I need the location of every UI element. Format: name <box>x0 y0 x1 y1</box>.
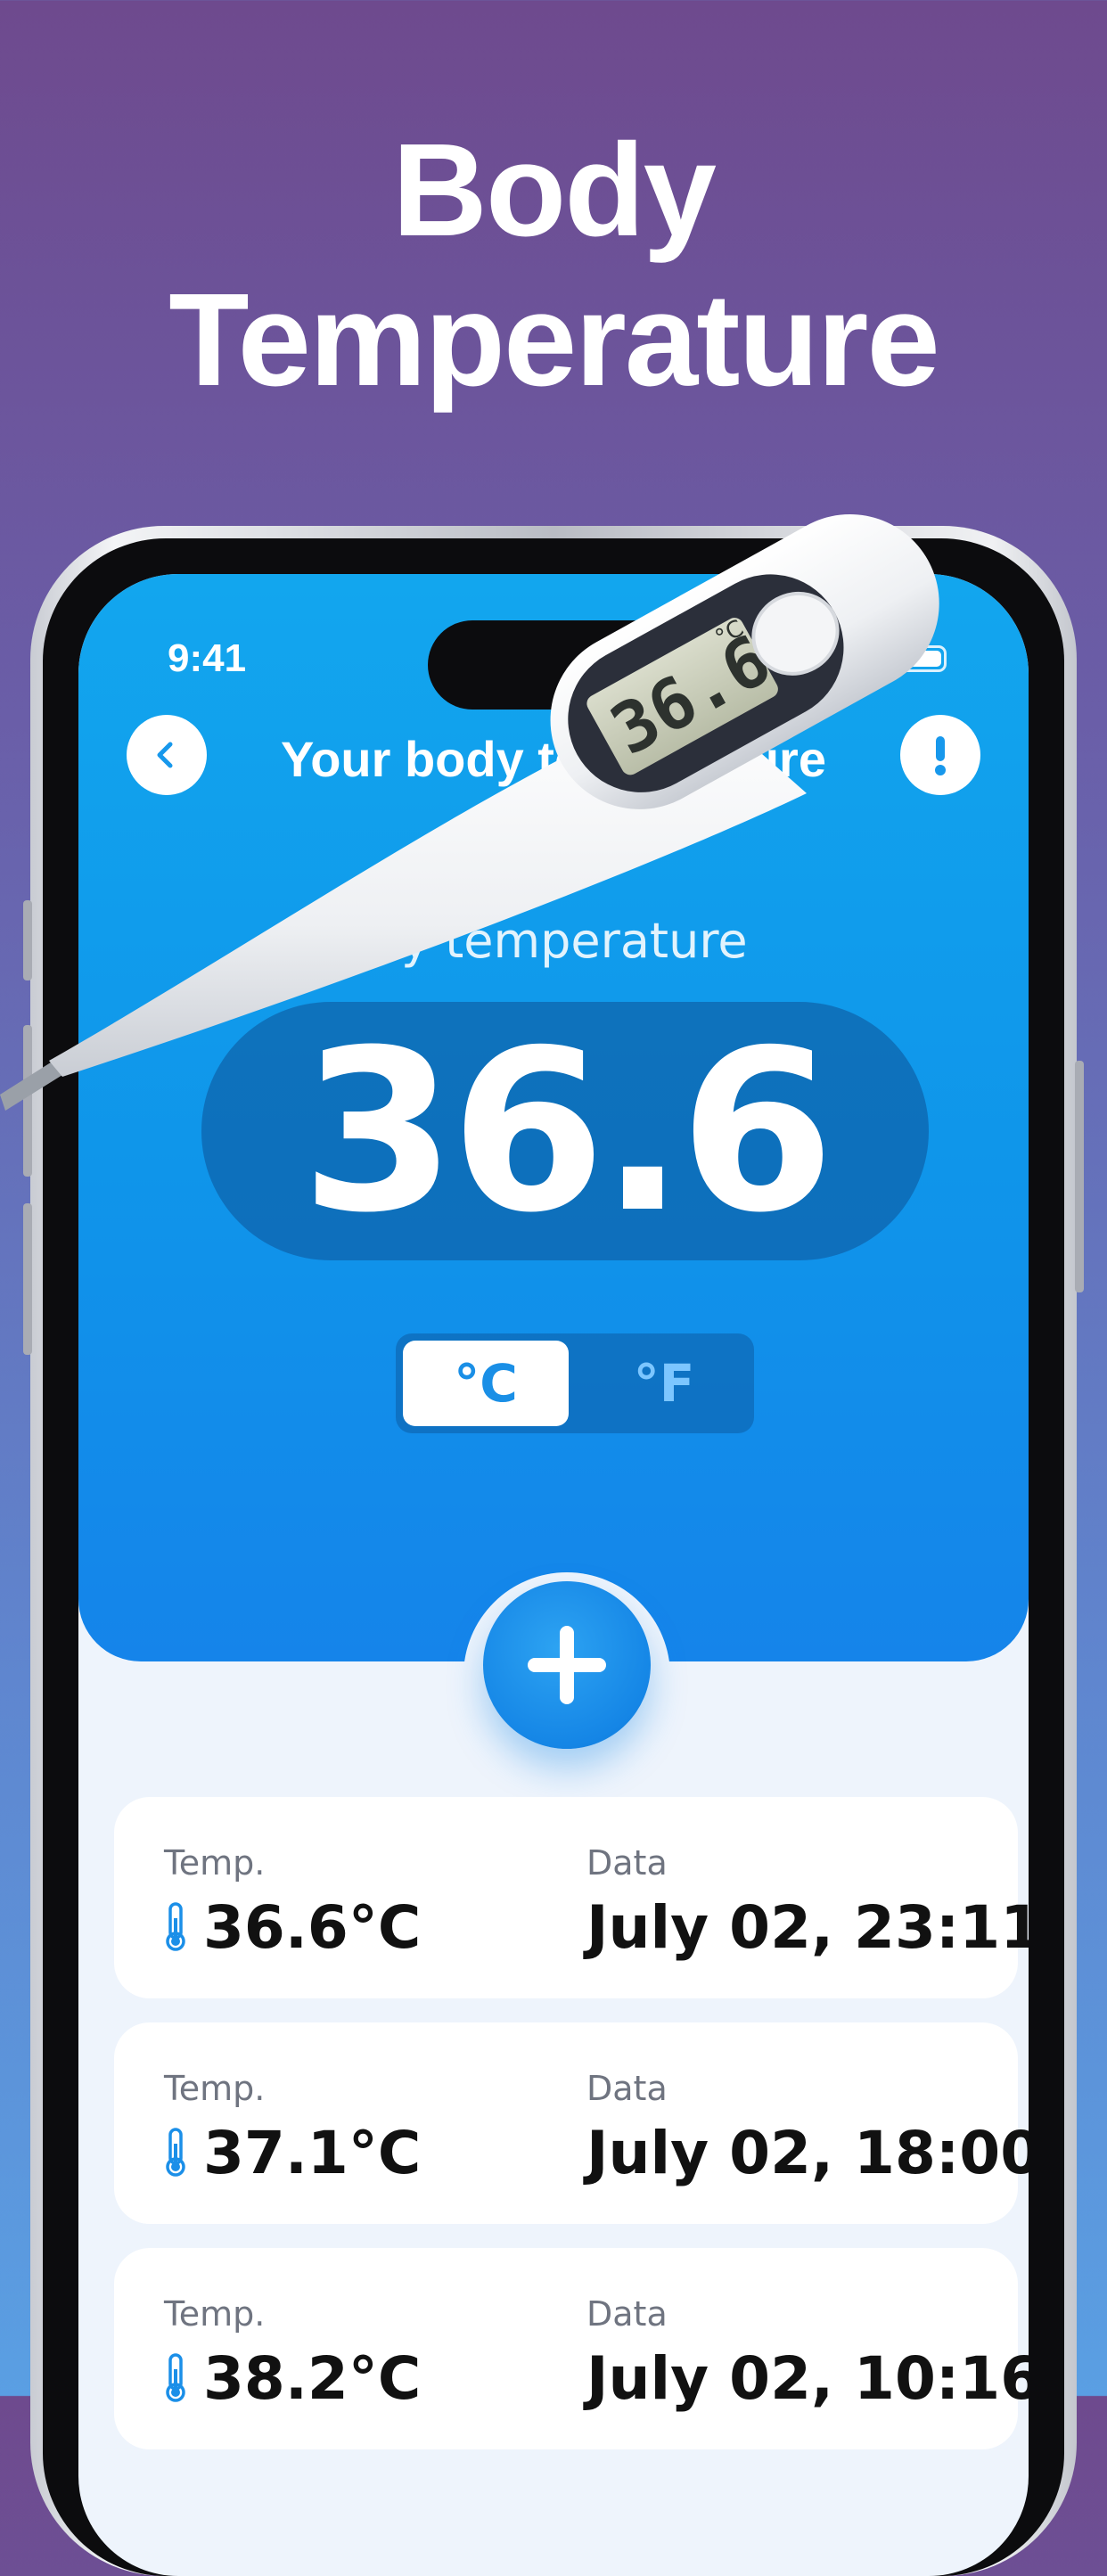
volume-down-button <box>23 1203 32 1355</box>
unit-toggle: °C °F <box>396 1333 754 1433</box>
date-label: Data <box>586 2069 668 2108</box>
thermometer-illustration: 36.6 °C <box>0 513 939 1111</box>
add-record-button[interactable] <box>483 1581 651 1749</box>
headline-line-1: Body <box>392 117 717 264</box>
unit-fahrenheit-option[interactable]: °F <box>581 1341 747 1426</box>
temp-value: 38.2°C <box>203 2344 422 2413</box>
date-label: Data <box>586 2294 668 2334</box>
date-value: July 02, 10:16 <box>586 2344 1029 2413</box>
record-card[interactable]: Temp. 37.1°C Data July 02, 18:00 <box>114 2022 1029 2224</box>
date-value: July 02, 23:11 <box>586 1893 1029 1962</box>
temp-value: 37.1°C <box>203 2119 422 2187</box>
thermometer-icon <box>166 2128 185 2177</box>
temp-label: Temp. <box>164 1843 266 1883</box>
unit-celsius-option[interactable]: °C <box>403 1341 569 1426</box>
temp-value: 36.6°C <box>203 1893 422 1962</box>
power-button <box>1075 1061 1084 1292</box>
thermometer-icon <box>166 1902 185 1951</box>
temp-label: Temp. <box>164 2294 266 2334</box>
marketing-headline: Body Temperature <box>0 116 1107 415</box>
date-label: Data <box>586 1843 668 1883</box>
record-card[interactable]: Temp. 38.2°C Data July 02, 10:16 <box>114 2248 1029 2449</box>
headline-line-2: Temperature <box>168 267 940 414</box>
temp-label: Temp. <box>164 2069 266 2108</box>
record-card[interactable]: Temp. 36.6°C Data July 02, 23:11 <box>114 1797 1029 1998</box>
date-value: July 02, 18:00 <box>586 2119 1029 2187</box>
